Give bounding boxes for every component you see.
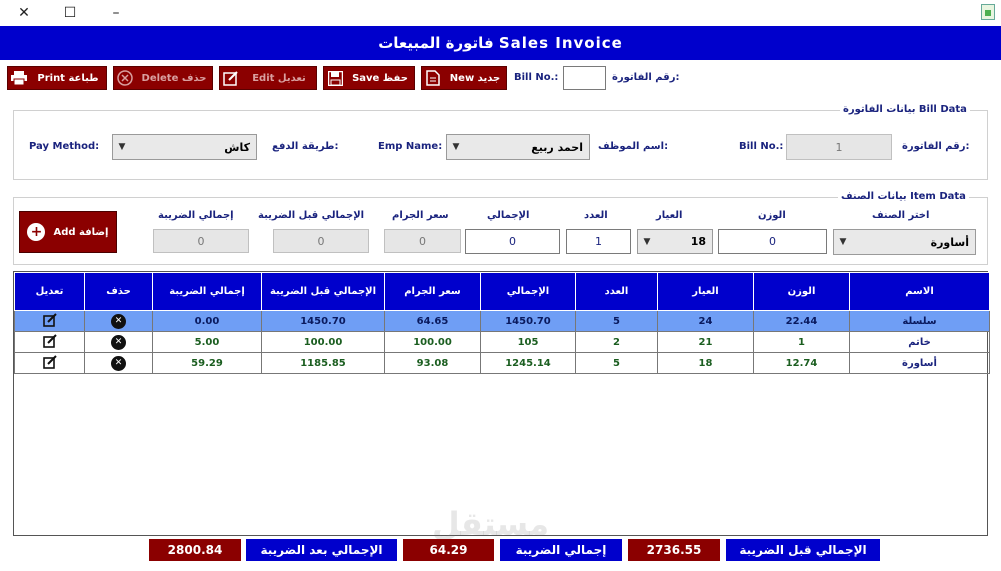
karat-label: العيار (656, 210, 683, 221)
col-delete[interactable]: حذف (84, 272, 153, 311)
pre-tax-total-footer-label: الإجمالي قبل الضريبة (726, 539, 880, 561)
tax-total-footer-label: إجمالي الضريبة (500, 539, 622, 561)
choose-item-select[interactable]: ▼ أساورة (833, 229, 976, 255)
maximize-icon[interactable]: ☐ (60, 3, 80, 23)
col-name[interactable]: الاسم (849, 272, 990, 311)
table-header-row: تعديل حذف إجمالي الضريبة الإجمالي قبل ال… (14, 272, 990, 311)
weight-label: الوزن (758, 210, 786, 221)
pre-tax-total-label: الإجمالي قبل الضريبة (258, 210, 365, 221)
col-tax-total[interactable]: إجمالي الضريبة (152, 272, 262, 311)
items-table: تعديل حذف إجمالي الضريبة الإجمالي قبل ال… (13, 271, 990, 536)
edit-row-button[interactable] (14, 331, 85, 353)
tax-total-label: إجمالي الضريبة (158, 210, 234, 221)
table-row[interactable]: ✕ 0.00 1450.70 64.65 1450.70 5 24 22.44 … (14, 310, 990, 332)
weight-input[interactable]: 0 (718, 229, 827, 254)
edit-button[interactable]: Edit تعديل (219, 66, 317, 90)
edit-row-button[interactable] (14, 352, 85, 374)
chevron-down-icon: ▼ (118, 142, 126, 152)
bill-no-label-ar: رقم الفاتورة: (612, 72, 680, 83)
plus-icon: + (27, 223, 46, 241)
delete-button[interactable]: Delete حذف (113, 66, 213, 90)
choose-item-label: اختر الصنف (872, 210, 930, 221)
printer-icon (8, 67, 30, 89)
gram-price-field: 0 (384, 229, 461, 253)
bill-data-title: بيانات الفاتورة Bill Data (840, 104, 970, 115)
page-title: فاتورة المبيعات Sales Invoice (0, 26, 1001, 60)
col-pre-tax-total[interactable]: الإجمالي قبل الضريبة (261, 272, 385, 311)
delete-circle-icon (114, 67, 136, 89)
delete-circle-icon: ✕ (111, 355, 126, 371)
pre-tax-total-field: 0 (273, 229, 369, 253)
new-button[interactable]: New جديد (421, 66, 507, 90)
delete-circle-icon: ✕ (111, 313, 126, 329)
tax-total-value: 64.29 (403, 539, 494, 561)
edit-icon (42, 354, 57, 369)
table-row[interactable]: ✕ 59.29 1185.85 93.08 1245.14 5 18 12.74… (14, 352, 990, 374)
bill-no-label-en: Bill No.: (514, 72, 559, 83)
item-data-title: بيانات الصنف Item Data (838, 191, 969, 202)
edit-icon (42, 312, 57, 327)
edit-icon (42, 333, 57, 348)
bill-no-label-ar-2: رقم الفاتورة: (902, 141, 970, 152)
grand-total-label: الإجمالي بعد الضريبة (246, 539, 397, 561)
chevron-down-icon: ▼ (643, 236, 651, 247)
chevron-down-icon: ▼ (839, 237, 847, 247)
tax-total-field: 0 (153, 229, 249, 253)
delete-circle-icon: ✕ (111, 334, 126, 350)
delete-row-button[interactable]: ✕ (84, 352, 153, 374)
col-karat[interactable]: العيار (657, 272, 754, 311)
pay-method-label-ar: طريقة الدفع: (272, 141, 339, 152)
gram-price-label: سعر الجرام (392, 210, 449, 221)
emp-name-select[interactable]: ▼ احمد ربيع (446, 134, 590, 160)
col-gram-price[interactable]: سعر الجرام (384, 272, 481, 311)
col-total[interactable]: الإجمالي (480, 272, 576, 311)
total-label: الإجمالي (487, 210, 530, 221)
karat-select[interactable]: ▼ 18 (637, 229, 713, 254)
pay-method-label-en: Pay Method: (29, 141, 100, 152)
pay-method-select[interactable]: ▼ كاش (112, 134, 257, 160)
total-input[interactable]: 0 (465, 229, 560, 254)
edit-icon (220, 67, 242, 89)
floppy-disk-icon (324, 67, 346, 89)
delete-row-button[interactable]: ✕ (84, 310, 153, 332)
bill-no-field: 1 (786, 134, 892, 160)
count-input[interactable]: 1 (566, 229, 631, 254)
title-bar: ✕ ☐ – (0, 0, 1001, 26)
save-button[interactable]: Save حفظ (323, 66, 415, 90)
new-document-icon (422, 67, 444, 89)
bill-no-label-en-2: Bill No.: (739, 141, 784, 152)
bill-no-search-input[interactable] (563, 66, 606, 90)
table-row[interactable]: ✕ 5.00 100.00 100.00 105 2 21 1 خاتم (14, 331, 990, 353)
edit-row-button[interactable] (14, 310, 85, 332)
col-weight[interactable]: الوزن (753, 272, 850, 311)
print-button[interactable]: Print طباعة (7, 66, 107, 90)
col-count[interactable]: العدد (575, 272, 658, 311)
pre-tax-total-value: 2736.55 (628, 539, 720, 561)
add-item-button[interactable]: + Add إضافة (19, 211, 117, 253)
close-window-icon[interactable]: ✕ (14, 3, 34, 23)
emp-name-label-en: Emp Name: (378, 141, 443, 152)
delete-row-button[interactable]: ✕ (84, 331, 153, 353)
watermark-logo: مستقل (432, 505, 550, 543)
emp-name-label-ar: اسم الموظف: (598, 141, 669, 152)
count-label: العدد (584, 210, 608, 221)
chevron-down-icon: ▼ (452, 142, 460, 152)
app-icon (981, 4, 995, 20)
grand-total-value: 2800.84 (149, 539, 241, 561)
minimize-icon[interactable]: – (106, 3, 126, 23)
col-edit[interactable]: تعديل (14, 272, 85, 311)
